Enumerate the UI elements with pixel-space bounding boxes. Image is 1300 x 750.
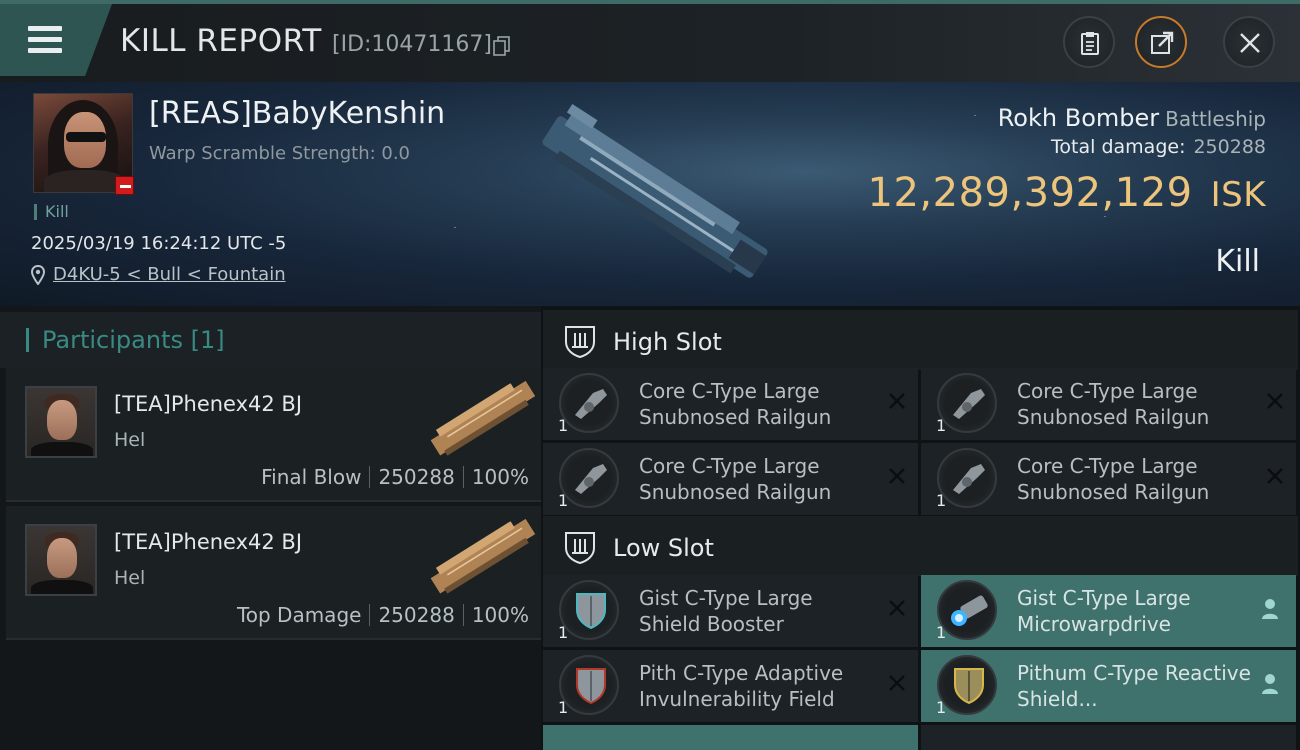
high-slot-label: High Slot [613, 328, 722, 356]
participant-ship: Hel [114, 567, 146, 589]
high-slot-icon [565, 326, 595, 358]
participant-damage: 250288 [378, 465, 455, 489]
module-item[interactable]: 1 Core C-Type Large Snubnosed Railgun [921, 368, 1296, 440]
module-quantity: 1 [558, 623, 569, 642]
participant-percent: 100% [471, 603, 529, 627]
participant-card[interactable]: [TEA]Phenex42 BJ Hel Final Blow 250288 100… [6, 368, 541, 502]
module-item[interactable]: 1 Gist C-Type Large Shield Booster [543, 575, 918, 647]
participant-portrait [25, 524, 97, 596]
location-pin-icon [31, 264, 45, 285]
destroyed-x-icon [1267, 468, 1283, 484]
low-slot-header: Low Slot [543, 516, 1298, 576]
isk-unit: ISK [1210, 175, 1266, 215]
module-quantity: 1 [936, 416, 947, 435]
close-button[interactable] [1223, 16, 1275, 68]
warp-scramble-strength: Warp Scramble Strength: 0.0 [149, 143, 411, 164]
module-item[interactable]: 1 Gist C-Type Large Microwarpdrive [921, 575, 1296, 647]
module-item-partial[interactable] [921, 725, 1296, 750]
participant-stats: Top Damage 250288 100% [237, 603, 529, 627]
module-item[interactable]: 1 Pith C-Type Adaptive Invulnerability F… [543, 650, 918, 722]
copy-icon[interactable] [493, 36, 511, 56]
victim-name[interactable]: [REAS]BabyKenshin [149, 96, 445, 131]
kill-timestamp: 2025/03/19 16:24:12 UTC -5 [31, 233, 287, 254]
share-button[interactable] [1135, 16, 1187, 68]
hamburger-menu-icon [28, 26, 62, 53]
participant-name: [TEA]Phenex42 BJ [114, 530, 303, 554]
victim-summary: [REAS]BabyKenshin Warp Scramble Strength… [0, 82, 1300, 306]
isk-value: 12,289,392,129 [867, 170, 1193, 216]
module-name: Core C-Type Large Snubnosed Railgun [639, 454, 832, 504]
participant-ship-image [430, 380, 536, 456]
module-quantity: 1 [558, 491, 569, 510]
module-item[interactable]: 1 Core C-Type Large Snubnosed Railgun [921, 443, 1296, 515]
module-quantity: 1 [558, 416, 569, 435]
module-quantity: 1 [936, 491, 947, 510]
participant-name: [TEA]Phenex42 BJ [114, 392, 303, 416]
participant-ship: Hel [114, 429, 146, 451]
module-quantity: 1 [936, 623, 947, 642]
page-title: KILL REPORT [120, 23, 322, 59]
module-item[interactable]: 1 Core C-Type Large Snubnosed Railgun [543, 368, 918, 440]
total-damage-row: Total damage: 250288 [998, 136, 1266, 158]
isk-value-row: 12,289,392,129 ISK [868, 170, 1267, 216]
share-icon [1151, 31, 1174, 54]
participants-title: Participants [1] [26, 328, 225, 352]
destroyed-x-icon [1267, 393, 1283, 409]
hostile-status-icon [115, 176, 134, 195]
high-slot-header: High Slot [543, 310, 1298, 370]
participants-header: Participants [1] [0, 312, 541, 368]
destroyed-x-icon [889, 393, 905, 409]
total-damage-label: Total damage: [1051, 136, 1186, 158]
person-icon [1262, 599, 1278, 619]
participant-percent: 100% [471, 465, 529, 489]
module-name: Pithum C-Type Reactive Shield... [1017, 661, 1251, 711]
title-bar: KILL REPORT [ID:10471167] [0, 0, 1300, 82]
kill-type-tag: Kill [34, 204, 69, 220]
menu-button[interactable] [0, 4, 112, 76]
destroyed-x-icon [889, 600, 905, 616]
low-slot-icon [565, 532, 595, 564]
module-name: Gist C-Type Large Microwarpdrive [1017, 586, 1191, 636]
participants-panel: Participants [1] [TEA]Phenex42 BJ Hel Fi… [0, 306, 541, 750]
report-id: [ID:10471167] [332, 32, 492, 57]
participant-role: Top Damage [236, 603, 362, 627]
module-quantity: 1 [936, 698, 947, 717]
participant-damage: 250288 [378, 603, 455, 627]
module-name: Core C-Type Large Snubnosed Railgun [1017, 379, 1210, 429]
module-name: Core C-Type Large Snubnosed Railgun [1017, 454, 1210, 504]
location-link[interactable]: D4KU-5 < Bull < Fountain [53, 264, 286, 285]
module-name: Core C-Type Large Snubnosed Railgun [639, 379, 832, 429]
module-quantity: 1 [558, 698, 569, 717]
person-icon [1262, 674, 1278, 694]
module-item-partial[interactable] [543, 725, 918, 750]
participant-ship-image [430, 518, 536, 594]
destroyed-x-icon [889, 468, 905, 484]
ship-class: Battleship [1165, 107, 1266, 131]
close-icon [1240, 33, 1260, 53]
victim-ship-image[interactable] [520, 102, 790, 292]
ship-info: Rokh Bomber Battleship Total damage: 25028… [998, 104, 1266, 158]
module-name: Pith C-Type Adaptive Invulnerability Fie… [639, 661, 844, 711]
clipboard-button[interactable] [1063, 16, 1115, 68]
participant-stats: Final Blow 250288 100% [261, 465, 529, 489]
total-damage-value: 250288 [1193, 136, 1266, 158]
kill-result: Kill [1215, 244, 1260, 279]
ship-name[interactable]: Rokh Bomber [998, 104, 1159, 132]
module-item[interactable]: 1 Core C-Type Large Snubnosed Railgun [543, 443, 918, 515]
fitting-panel: High Slot 1 Core C-Type Large Snubnosed … [541, 306, 1300, 750]
participant-portrait [25, 386, 97, 458]
module-item[interactable]: 1 Pithum C-Type Reactive Shield... [921, 650, 1296, 722]
participant-role: Final Blow [261, 465, 362, 489]
clipboard-icon [1081, 32, 1099, 55]
module-name: Gist C-Type Large Shield Booster [639, 586, 813, 636]
destroyed-x-icon [889, 675, 905, 691]
location-row: D4KU-5 < Bull < Fountain [31, 264, 286, 285]
low-slot-label: Low Slot [613, 534, 714, 562]
participant-card[interactable]: [TEA]Phenex42 BJ Hel Top Damage 250288 100… [6, 506, 541, 640]
